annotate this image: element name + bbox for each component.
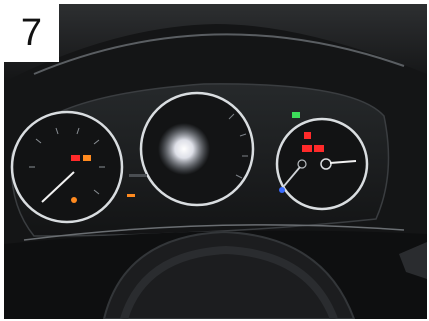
dashboard-photo [4, 4, 427, 319]
warning-light [71, 155, 80, 161]
warning-light [302, 145, 312, 152]
right-gauge-ring [275, 117, 369, 211]
photo-frame: 7 [0, 0, 429, 321]
instrument-cluster-illustration [4, 4, 427, 319]
blue-indicator [279, 187, 285, 193]
green-indicator [292, 112, 300, 118]
dim-readout [129, 174, 147, 177]
tachometer-gauge [10, 110, 124, 224]
speedometer-gauge [139, 91, 255, 207]
step-number-badge: 7 [4, 4, 59, 62]
amber-light [83, 155, 91, 161]
amber-indicator [71, 197, 77, 203]
amber-indicator [127, 194, 135, 197]
warning-light [304, 132, 311, 139]
tachometer-ring [10, 110, 124, 224]
light-glare [158, 123, 210, 175]
warning-light [314, 145, 324, 152]
